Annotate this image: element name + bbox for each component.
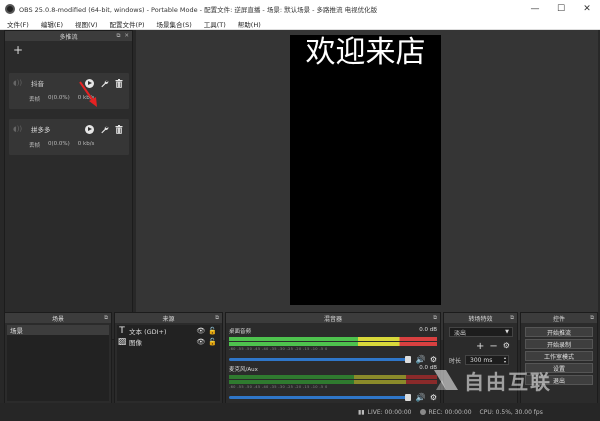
transitions-header: 转场特效 ⧉ bbox=[444, 313, 517, 323]
trash-icon[interactable] bbox=[113, 77, 125, 89]
add-icon[interactable]: + bbox=[476, 341, 484, 352]
watermark-logo-icon bbox=[434, 370, 458, 390]
multistream-dock: 多推流 ⧉ ✕ + ◖)) 抖音 丢帧 0(0.0%) 0 kb/s ◖)) 拼… bbox=[4, 30, 133, 340]
menu-help[interactable]: 帮助(H) bbox=[231, 19, 266, 29]
scene-item[interactable]: 场景 bbox=[7, 325, 109, 335]
dock-title: 控件 bbox=[552, 315, 565, 323]
eye-icon[interactable]: 👁 bbox=[196, 327, 205, 335]
watermark-text: 自由互联 bbox=[464, 369, 552, 394]
add-target-button[interactable]: + bbox=[13, 43, 25, 57]
live-status: ▮▮ LIVE: 00:00:00 bbox=[358, 408, 412, 416]
menu-edit[interactable]: 编辑(E) bbox=[34, 19, 68, 29]
drop-label: 丢帧 bbox=[29, 97, 41, 103]
obs-logo-icon bbox=[5, 4, 15, 14]
channel-name: 麦克风/Aux bbox=[229, 367, 258, 373]
meter-ticks: -60 -55 -50 -45 -40 -35 -30 -25 -20 -15 … bbox=[229, 347, 328, 351]
menu-bar: 文件(F) 编辑(E) 视图(V) 配置文件(P) 场景集合(S) 工具(T) … bbox=[0, 18, 600, 30]
transition-toolbar: + − ⚙ bbox=[476, 341, 510, 352]
watermark: 自由互联 bbox=[432, 360, 592, 400]
multistream-header: 多推流 ⧉ ✕ bbox=[5, 31, 132, 41]
float-icon[interactable]: ⧉ bbox=[510, 315, 514, 322]
speaker-icon[interactable]: 🔊 bbox=[416, 355, 426, 364]
live-icon: ▮▮ bbox=[358, 408, 365, 416]
maximize-button[interactable]: ☐ bbox=[548, 0, 574, 18]
wrench-icon[interactable] bbox=[98, 123, 110, 135]
bitrate-value: 0 kb/s bbox=[77, 141, 95, 147]
channel-db: 0.0 dB bbox=[419, 327, 437, 333]
mixer-channel-desktop: 桌面音频 0.0 dB -60 -55 -50 -45 -40 -35 -30 -… bbox=[229, 327, 437, 367]
transition-select[interactable]: 淡出 ▼ bbox=[449, 327, 513, 337]
volume-meter bbox=[229, 380, 437, 384]
source-list[interactable]: T 文本 (GDI+) 👁 🔓 ▨ 图像 👁 🔓 bbox=[117, 325, 220, 401]
cpu-status: CPU: 0.5%, 30.00 fps bbox=[479, 408, 543, 416]
gear-icon[interactable]: ⚙ bbox=[503, 341, 510, 352]
stream-target-pinduoduo: ◖)) 拼多多 丢帧 0(0.0%) 0 kb/s bbox=[9, 119, 129, 155]
menu-view[interactable]: 视图(V) bbox=[68, 19, 103, 29]
menu-scene-collection[interactable]: 场景集合(S) bbox=[150, 19, 197, 29]
trash-icon[interactable] bbox=[113, 123, 125, 135]
volume-slider[interactable] bbox=[229, 394, 411, 401]
preview-canvas[interactable]: 欢迎来店 bbox=[290, 35, 441, 305]
channel-name: 桌面音频 bbox=[229, 329, 252, 335]
rec-status: REC: 00:00:00 bbox=[419, 409, 472, 416]
mixer-channel-mic: 麦克风/Aux 0.0 dB -60 -55 -50 -45 -40 -35 -3… bbox=[229, 365, 437, 405]
drop-label: 丢帧 bbox=[29, 143, 41, 149]
window-title: OBS 25.0.8-modified (64-bit, windows) - … bbox=[19, 6, 378, 14]
menu-file[interactable]: 文件(F) bbox=[0, 19, 34, 29]
status-bar: ▮▮ LIVE: 00:00:00 REC: 00:00:00 CPU: 0.5… bbox=[0, 403, 600, 421]
stream-target-douyin: ◖)) 抖音 丢帧 0(0.0%) 0 kb/s bbox=[9, 73, 129, 109]
start-recording-button[interactable]: 开始录制 bbox=[525, 339, 593, 349]
signal-icon: ◖)) bbox=[13, 79, 23, 87]
scenes-header: 场景 ⧉ bbox=[5, 313, 111, 323]
float-icon[interactable]: ⧉ bbox=[590, 315, 594, 322]
meter-ticks: -60 -55 -50 -45 -40 -35 -30 -25 -20 -15 … bbox=[229, 385, 328, 389]
start-streaming-button[interactable]: 开始推流 bbox=[525, 327, 593, 337]
dock-title: 多推流 bbox=[59, 33, 78, 41]
float-icon[interactable]: ⧉ bbox=[215, 315, 219, 322]
close-dock-icon[interactable]: ✕ bbox=[124, 33, 129, 39]
close-button[interactable]: ✕ bbox=[574, 0, 600, 18]
lock-icon[interactable]: 🔓 bbox=[208, 338, 217, 346]
preview-text: 欢迎来店 bbox=[305, 35, 426, 70]
start-stream-icon[interactable] bbox=[83, 123, 95, 135]
drop-value: 0(0.0%) bbox=[48, 141, 70, 147]
sources-header: 来源 ⧉ bbox=[115, 313, 222, 323]
dock-title: 转场特效 bbox=[468, 315, 493, 323]
chevron-down-icon: ▼ bbox=[505, 329, 509, 335]
controls-header: 控件 ⧉ bbox=[521, 313, 597, 323]
target-name: 拼多多 bbox=[31, 126, 51, 134]
remove-icon[interactable]: − bbox=[489, 341, 497, 352]
scene-list[interactable]: 场景 bbox=[7, 325, 109, 401]
image-icon: ▨ bbox=[117, 336, 127, 347]
dock-title: 混音器 bbox=[323, 315, 342, 323]
menu-tools[interactable]: 工具(T) bbox=[197, 19, 231, 29]
volume-meter bbox=[229, 375, 437, 379]
rec-dot-icon bbox=[419, 409, 426, 415]
source-item-text[interactable]: T 文本 (GDI+) 👁 🔓 bbox=[117, 325, 220, 336]
speaker-icon[interactable]: 🔊 bbox=[416, 393, 426, 402]
target-name: 抖音 bbox=[31, 80, 44, 88]
float-icon[interactable]: ⧉ bbox=[104, 315, 108, 322]
minimize-button[interactable]: — bbox=[522, 0, 548, 18]
source-item-image[interactable]: ▨ 图像 👁 🔓 bbox=[117, 336, 220, 347]
annotation-arrow-icon bbox=[79, 81, 97, 107]
text-icon: T bbox=[119, 325, 125, 336]
volume-meter bbox=[229, 337, 437, 341]
drop-value: 0(0.0%) bbox=[48, 95, 70, 101]
float-icon[interactable]: ⧉ bbox=[433, 315, 437, 322]
preview-area[interactable]: 欢迎来店 bbox=[136, 30, 598, 340]
menu-profile[interactable]: 配置文件(P) bbox=[103, 19, 150, 29]
signal-icon: ◖)) bbox=[13, 125, 23, 133]
float-icon[interactable]: ⧉ bbox=[116, 33, 120, 40]
lock-icon[interactable]: 🔓 bbox=[208, 327, 217, 335]
dock-title: 场景 bbox=[51, 315, 64, 323]
volume-slider[interactable] bbox=[229, 356, 411, 363]
volume-meter bbox=[229, 342, 437, 346]
title-bar: OBS 25.0.8-modified (64-bit, windows) - … bbox=[0, 0, 600, 18]
eye-icon[interactable]: 👁 bbox=[196, 338, 205, 346]
dock-title: 来源 bbox=[162, 315, 175, 323]
mixer-header: 混音器 ⧉ bbox=[226, 313, 440, 323]
